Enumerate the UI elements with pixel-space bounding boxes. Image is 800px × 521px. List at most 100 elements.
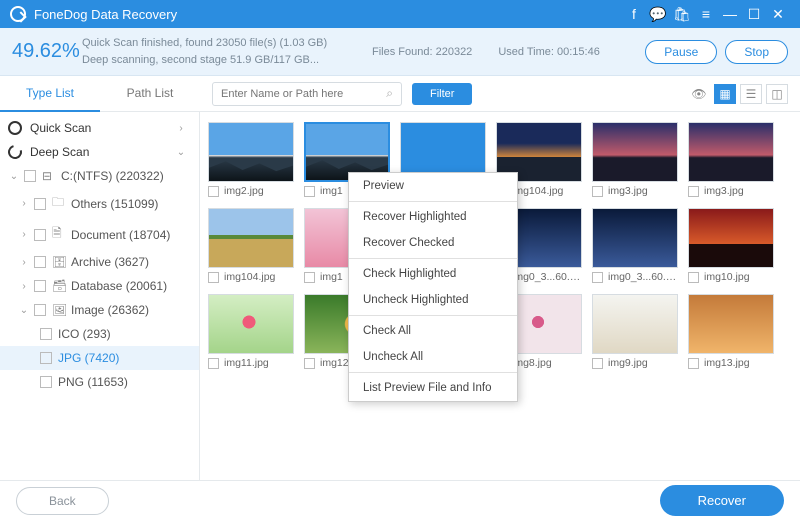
- tab-type-list[interactable]: Type List: [0, 76, 100, 112]
- checkbox[interactable]: [688, 272, 699, 283]
- file-name: img3.jpg: [608, 185, 648, 197]
- ctx-recover-checked[interactable]: Recover Checked: [349, 230, 517, 256]
- ctx-check-highlighted[interactable]: Check Highlighted: [349, 261, 517, 287]
- tree-drive[interactable]: ⌄⊟C:(NTFS) (220322): [0, 164, 199, 188]
- checkbox[interactable]: [592, 272, 603, 283]
- file-card[interactable]: img3.jpg: [688, 122, 774, 200]
- context-menu: Preview Recover Highlighted Recover Chec…: [348, 172, 518, 402]
- thumbnail[interactable]: [592, 208, 678, 268]
- checkbox[interactable]: [208, 358, 219, 369]
- checkbox[interactable]: [40, 376, 52, 388]
- file-name: img9.jpg: [608, 357, 648, 369]
- file-name: img104.jpg: [224, 271, 275, 283]
- tree-deep-scan[interactable]: Deep Scan⌄: [0, 140, 199, 164]
- drive-icon: ⊟: [42, 169, 56, 183]
- status-messages: Quick Scan finished, found 23050 file(s)…: [82, 35, 372, 68]
- checkbox[interactable]: [592, 358, 603, 369]
- back-button[interactable]: Back: [16, 487, 109, 515]
- checkbox[interactable]: [304, 186, 315, 197]
- tree-png[interactable]: PNG (11653): [0, 370, 199, 394]
- checkbox[interactable]: [24, 170, 36, 182]
- separator: [349, 315, 517, 316]
- search-icon[interactable]: ⌕: [386, 86, 393, 101]
- status-bar: 49.62% Quick Scan finished, found 23050 …: [0, 28, 800, 76]
- checkbox[interactable]: [34, 198, 46, 210]
- checkbox[interactable]: [40, 352, 52, 364]
- feedback-icon[interactable]: 💬: [646, 6, 670, 23]
- database-icon: 🗃: [52, 279, 66, 293]
- thumbnail[interactable]: [592, 294, 678, 354]
- ctx-recover-highlighted[interactable]: Recover Highlighted: [349, 204, 517, 230]
- pause-button[interactable]: Pause: [645, 40, 717, 64]
- thumbnail[interactable]: [208, 122, 294, 182]
- cart-icon[interactable]: 🛍: [670, 6, 694, 23]
- facebook-icon[interactable]: f: [622, 6, 646, 22]
- tree-archive[interactable]: ›🗄Archive (3627): [0, 250, 199, 274]
- close-icon[interactable]: ✕: [766, 6, 790, 23]
- checkbox[interactable]: [208, 272, 219, 283]
- filter-button[interactable]: Filter: [412, 83, 472, 105]
- search-box[interactable]: ⌕: [212, 82, 402, 106]
- ctx-uncheck-all[interactable]: Uncheck All: [349, 344, 517, 370]
- ctx-check-all[interactable]: Check All: [349, 318, 517, 344]
- checkbox[interactable]: [40, 328, 52, 340]
- checkbox[interactable]: [34, 229, 46, 241]
- file-card[interactable]: img9.jpg: [592, 294, 678, 372]
- checkbox[interactable]: [304, 272, 315, 283]
- preview-toggle-icon[interactable]: 👁: [688, 84, 710, 104]
- file-name: img0_3...60.jpg: [512, 271, 582, 283]
- thumbnail[interactable]: [208, 294, 294, 354]
- file-name: img13.jpg: [704, 357, 750, 369]
- file-card[interactable]: img2.jpg: [208, 122, 294, 200]
- thumbnail[interactable]: [688, 294, 774, 354]
- tree-jpg[interactable]: JPG (7420): [0, 346, 199, 370]
- checkbox[interactable]: [34, 256, 46, 268]
- chevron-right-icon: ›: [18, 198, 30, 209]
- checkbox[interactable]: [592, 186, 603, 197]
- tree-ico[interactable]: ICO (293): [0, 322, 199, 346]
- app-logo-icon: [10, 6, 26, 22]
- footer: Back Recover: [0, 480, 800, 520]
- checkbox[interactable]: [34, 304, 46, 316]
- maximize-icon[interactable]: ☐: [742, 6, 766, 23]
- thumbnail[interactable]: [688, 122, 774, 182]
- tab-path-list[interactable]: Path List: [100, 76, 200, 112]
- document-icon: 🗎: [52, 224, 66, 245]
- file-card[interactable]: img3.jpg: [592, 122, 678, 200]
- file-grid: img2.jpg img1 img104.jpg img3.jpg img3.j…: [200, 112, 800, 480]
- checkbox[interactable]: [688, 358, 699, 369]
- search-input[interactable]: [221, 88, 386, 100]
- file-card[interactable]: img10.jpg: [688, 208, 774, 286]
- checkbox[interactable]: [34, 280, 46, 292]
- tree-quick-scan[interactable]: Quick Scan›: [0, 116, 199, 140]
- thumbnail[interactable]: [592, 122, 678, 182]
- ctx-uncheck-highlighted[interactable]: Uncheck Highlighted: [349, 287, 517, 313]
- minimize-icon[interactable]: —: [718, 6, 742, 22]
- ctx-preview[interactable]: Preview: [349, 173, 517, 199]
- file-card[interactable]: img104.jpg: [208, 208, 294, 286]
- thumbnail[interactable]: [208, 208, 294, 268]
- ctx-list-info[interactable]: List Preview File and Info: [349, 375, 517, 401]
- view-detail-icon[interactable]: ◫: [766, 84, 788, 104]
- view-grid-icon[interactable]: ▦: [714, 84, 736, 104]
- checkbox[interactable]: [688, 186, 699, 197]
- tree-image[interactable]: ⌄🖼Image (26362): [0, 298, 199, 322]
- recover-button[interactable]: Recover: [660, 485, 784, 516]
- thumbnail[interactable]: [688, 208, 774, 268]
- tree-database[interactable]: ›🗃Database (20061): [0, 274, 199, 298]
- file-card[interactable]: img11.jpg: [208, 294, 294, 372]
- file-card[interactable]: img13.jpg: [688, 294, 774, 372]
- file-card[interactable]: img0_3...60.jpg: [592, 208, 678, 286]
- chevron-down-icon: ⌄: [175, 147, 187, 158]
- menu-icon[interactable]: ≡: [694, 6, 718, 22]
- stop-button[interactable]: Stop: [725, 40, 788, 64]
- checkbox[interactable]: [208, 186, 219, 197]
- tree-others[interactable]: ›🗀Others (151099): [0, 188, 199, 219]
- file-name: img10.jpg: [704, 271, 750, 283]
- file-name: img0_3...60.jpg: [608, 271, 678, 283]
- chevron-down-icon: ⌄: [18, 305, 30, 316]
- checkbox[interactable]: [304, 358, 315, 369]
- used-time: Used Time: 00:15:46: [498, 46, 600, 58]
- tree-document[interactable]: ›🗎Document (18704): [0, 219, 199, 250]
- view-list-icon[interactable]: ☰: [740, 84, 762, 104]
